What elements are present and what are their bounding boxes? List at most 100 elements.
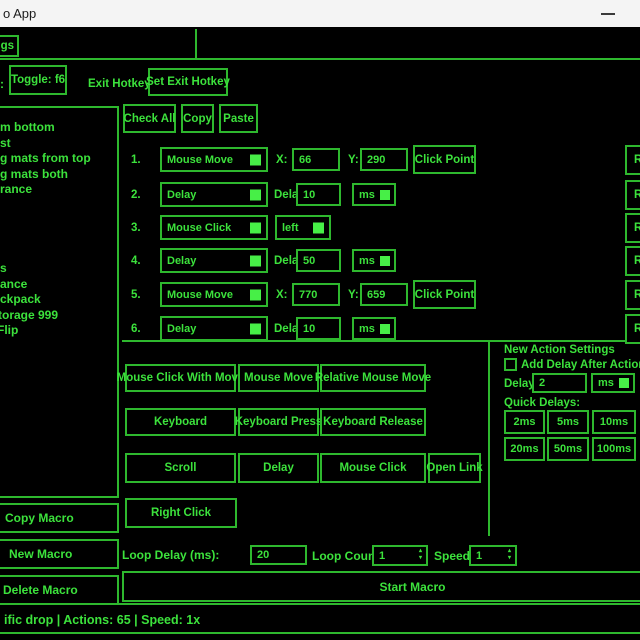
action-button-delay[interactable]: Delay	[238, 453, 319, 483]
action-type-dropdown[interactable]: Mouse Move	[160, 282, 268, 307]
action-row-number: 1.	[131, 154, 141, 166]
action-button-keyboard-release[interactable]: Keyboard Release	[320, 408, 426, 436]
click-option-label: left	[282, 222, 299, 234]
quick-delay-button-50ms[interactable]: 50ms	[547, 437, 589, 461]
macro-list-item[interactable]: ckpack	[0, 292, 41, 308]
add-delay-checkbox[interactable]	[504, 358, 517, 371]
macro-list-item[interactable]: torage 999	[0, 308, 58, 324]
macro-button-new-macro[interactable]: New Macro	[0, 539, 119, 569]
dropdown-indicator-icon	[250, 289, 261, 300]
settings-delay-input[interactable]: 2	[532, 373, 587, 393]
loop-delay-input[interactable]: 20	[250, 545, 307, 565]
action-button-scroll[interactable]: Scroll	[125, 453, 236, 483]
y-input[interactable]: 659	[360, 283, 408, 306]
menu-settings-button[interactable]: gs	[0, 35, 19, 57]
dropdown-indicator-icon	[313, 222, 324, 233]
macro-list-item[interactable]: Flip	[0, 323, 18, 339]
click-point-button[interactable]: Click Point	[413, 280, 476, 309]
minimize-icon[interactable]	[601, 13, 615, 15]
action-button-keyboard-press[interactable]: Keyboard Press	[238, 408, 319, 436]
action-button-mouse-click[interactable]: Mouse Click	[320, 453, 426, 483]
settings-delay-unit-dropdown[interactable]: ms	[591, 373, 635, 393]
action-button-open-link[interactable]: Open Link	[428, 453, 481, 483]
action-type-dropdown[interactable]: Mouse Click	[160, 215, 268, 240]
macro-button-copy-macro[interactable]: Copy Macro	[0, 503, 119, 533]
action-row-number: 5.	[131, 289, 141, 301]
loop-count-stepper[interactable]: 1 ▴▾	[372, 545, 428, 566]
copy-button[interactable]: Copy	[181, 104, 214, 133]
dropdown-indicator-icon	[380, 256, 390, 266]
check-all-button[interactable]: Check All	[123, 104, 176, 133]
loop-delay-label: Loop Delay (ms):	[122, 548, 219, 562]
quick-delay-button-10ms[interactable]: 10ms	[592, 410, 636, 434]
menu-bottom-border	[0, 58, 640, 60]
app-window: o App gs : Toggle: f6 Exit Hotkey: Set E…	[0, 0, 640, 640]
x-input[interactable]: 66	[292, 148, 340, 171]
action-type-dropdown[interactable]: Delay	[160, 316, 268, 341]
action-type-label: Delay	[167, 323, 196, 335]
spinner-up-icon[interactable]: ▴	[419, 548, 422, 555]
click-option-dropdown[interactable]: left	[275, 215, 331, 240]
menu-separator-line	[195, 29, 197, 58]
macro-button-delete-macro[interactable]: Delete Macro	[0, 575, 119, 605]
spinner-down-icon[interactable]: ▾	[419, 555, 422, 562]
dropdown-indicator-icon	[250, 189, 261, 200]
remove-button[interactable]: R	[625, 145, 640, 175]
delay-unit-label: ms	[359, 255, 375, 267]
exit-hotkey-label: Exit Hotkey:	[88, 78, 154, 90]
remove-button[interactable]: R	[625, 180, 640, 210]
remove-button[interactable]: R	[625, 246, 640, 276]
delay-unit-dropdown[interactable]: ms	[352, 249, 396, 272]
action-button-keyboard[interactable]: Keyboard	[125, 408, 236, 436]
quick-delay-button-100ms[interactable]: 100ms	[592, 437, 636, 461]
quick-delay-button-5ms[interactable]: 5ms	[547, 410, 589, 434]
status-bar: ific drop | Actions: 65 | Speed: 1x	[0, 603, 640, 634]
action-type-dropdown[interactable]: Mouse Move	[160, 147, 268, 172]
toggle-hotkey-button[interactable]: Toggle: f6	[9, 65, 67, 95]
status-text: ific drop | Actions: 65 | Speed: 1x	[4, 613, 200, 627]
action-type-dropdown[interactable]: Delay	[160, 248, 268, 273]
macro-list-item[interactable]: g mats both	[0, 167, 68, 183]
delay-input[interactable]: 50	[296, 249, 341, 272]
dropdown-indicator-icon	[380, 190, 390, 200]
settings-panel-border	[488, 340, 490, 536]
spinner-down-icon[interactable]: ▾	[508, 555, 511, 562]
set-exit-hotkey-button[interactable]: Set Exit Hotkey	[148, 68, 228, 96]
delay-input[interactable]: 10	[296, 183, 341, 206]
x-label: X:	[276, 154, 288, 166]
delay-unit-dropdown[interactable]: ms	[352, 183, 396, 206]
spinner-up-icon[interactable]: ▴	[508, 548, 511, 555]
paste-button[interactable]: Paste	[219, 104, 258, 133]
speed-stepper[interactable]: 1 ▴▾	[469, 545, 517, 566]
action-button-right-click[interactable]: Right Click	[125, 498, 237, 528]
macro-list-item[interactable]: st	[0, 136, 11, 152]
macro-list-item[interactable]: m bottom	[0, 120, 55, 136]
action-button-mouse-click-with-move[interactable]: Mouse Click With Move	[125, 364, 236, 392]
add-delay-label: Add Delay After Action	[521, 359, 640, 371]
hotkey-label-fragment: :	[0, 77, 4, 91]
x-input[interactable]: 770	[292, 283, 340, 306]
delay-input[interactable]: 10	[296, 317, 341, 340]
macro-list-item[interactable]: ance	[0, 277, 27, 293]
macro-list-item[interactable]: rance	[0, 182, 32, 198]
click-point-button[interactable]: Click Point	[413, 145, 476, 174]
quick-delay-button-20ms[interactable]: 20ms	[504, 437, 545, 461]
start-macro-button[interactable]: Start Macro	[122, 571, 640, 602]
quick-delays-label: Quick Delays:	[504, 397, 580, 409]
actions-bottom-border	[122, 340, 640, 342]
macro-list-item[interactable]: s	[0, 261, 7, 277]
quick-delay-button-2ms[interactable]: 2ms	[504, 410, 545, 434]
macro-list-item[interactable]: g mats from top	[0, 151, 91, 167]
action-row: 2.DelayDelay10ms	[122, 180, 640, 211]
remove-button[interactable]: R	[625, 213, 640, 243]
action-button-relative-mouse-move[interactable]: Relative Mouse Move	[320, 364, 426, 392]
title-bar: o App	[0, 0, 640, 27]
action-button-mouse-move[interactable]: Mouse Move	[238, 364, 319, 392]
y-input[interactable]: 290	[360, 148, 408, 171]
action-row-number: 6.	[131, 323, 141, 335]
action-type-dropdown[interactable]: Delay	[160, 182, 268, 207]
delay-unit-dropdown[interactable]: ms	[352, 317, 396, 340]
dropdown-indicator-icon	[250, 255, 261, 266]
remove-button[interactable]: R	[625, 280, 640, 310]
remove-button[interactable]: R	[625, 314, 640, 344]
